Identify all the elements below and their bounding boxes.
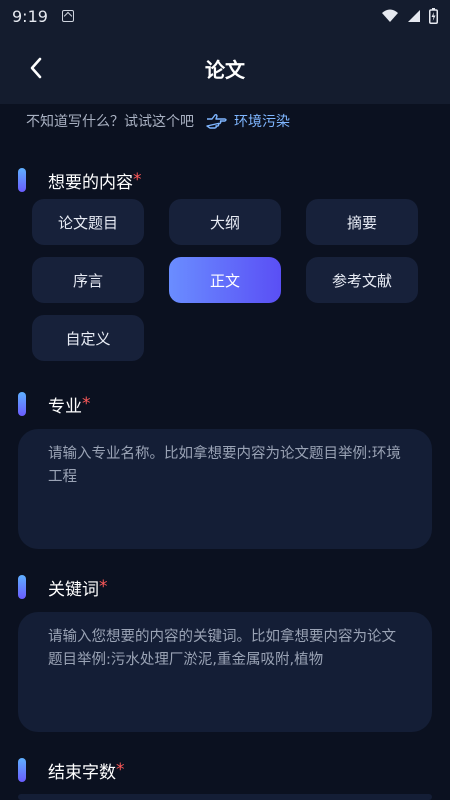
major-label: 专业 — [48, 396, 82, 417]
section-marker — [18, 392, 26, 416]
status-time: 9:19 — [12, 6, 48, 26]
required-mark: * — [116, 760, 125, 780]
chip-custom[interactable]: 自定义 — [32, 315, 144, 361]
chip-thesis-title[interactable]: 论文题目 — [32, 199, 144, 245]
wifi-icon — [382, 9, 398, 22]
section-marker — [18, 758, 26, 782]
section-marker — [18, 168, 26, 192]
word-count-label: 结束字数 — [48, 762, 116, 783]
section-marker — [18, 575, 26, 599]
suggestion-link[interactable]: 环境污染 — [206, 111, 290, 131]
word-count-input[interactable] — [18, 794, 432, 800]
required-mark: * — [99, 577, 108, 597]
major-input[interactable]: 请输入专业名称。比如拿想要内容为论文题目举例:环境工程 — [18, 429, 432, 549]
hint-text: 不知道写什么？试试这个吧 — [26, 114, 194, 130]
status-bar: 9:19 — [0, 0, 450, 32]
word-count-section-label: 结束字数 * — [18, 757, 125, 783]
pointing-hand-icon — [206, 113, 227, 129]
chip-body-selected[interactable]: 正文 — [169, 257, 281, 303]
keywords-label: 关键词 — [48, 579, 99, 600]
required-mark: * — [133, 170, 142, 190]
keywords-input[interactable]: 请输入您想要的内容的关键词。比如拿想要内容为论文题目举例:污水处理厂淤泥,重金属… — [18, 612, 432, 732]
chip-preface[interactable]: 序言 — [32, 257, 144, 303]
chip-abstract[interactable]: 摘要 — [306, 199, 418, 245]
chip-references[interactable]: 参考文献 — [306, 257, 418, 303]
battery-icon — [429, 8, 438, 24]
signal-icon — [408, 10, 420, 22]
notification-icon — [61, 10, 74, 22]
major-section-label: 专业 * — [18, 391, 91, 417]
page-title: 论文 — [205, 58, 245, 82]
status-icons — [381, 8, 438, 24]
keywords-section-label: 关键词 * — [18, 574, 108, 600]
app-header: 论文 — [0, 32, 450, 104]
chip-outline[interactable]: 大纲 — [169, 199, 281, 245]
suggestion-text: 环境污染 — [234, 114, 290, 130]
content-label: 想要的内容 — [48, 172, 133, 193]
content-section-label: 想要的内容 * — [18, 167, 142, 193]
hint-row: 不知道写什么？试试这个吧 环境污染 — [26, 108, 290, 134]
required-mark: * — [82, 394, 91, 414]
